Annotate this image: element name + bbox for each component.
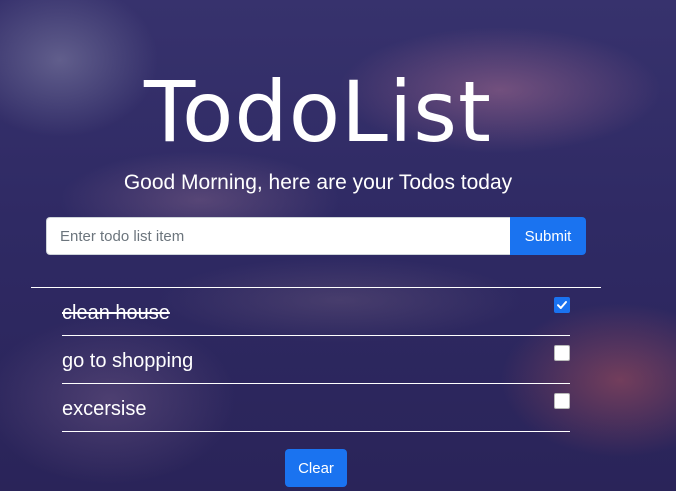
clear-button[interactable]: Clear (285, 449, 347, 487)
todo-item-clean-house: clean house (62, 288, 570, 336)
checkmark-icon (557, 301, 567, 309)
todo-input[interactable] (46, 217, 510, 255)
todo-item-go-to-shopping: go to shopping (62, 336, 570, 384)
todo-text: excersise (62, 397, 147, 420)
page-title: TodoList (144, 63, 492, 161)
submit-button[interactable]: Submit (510, 217, 586, 255)
todo-text: go to shopping (62, 349, 194, 372)
todo-checkbox[interactable] (554, 393, 570, 409)
todo-checkbox[interactable] (554, 297, 570, 313)
add-todo-form: Submit (46, 217, 586, 255)
todo-list: clean house go to shopping excersise (62, 288, 570, 432)
todo-text: clean house (62, 301, 170, 324)
todo-app: TodoList Good Morning, here are your Tod… (0, 0, 676, 491)
todo-checkbox[interactable] (554, 345, 570, 361)
todo-item-excersise: excersise (62, 384, 570, 432)
page-subtitle: Good Morning, here are your Todos today (123, 171, 513, 194)
